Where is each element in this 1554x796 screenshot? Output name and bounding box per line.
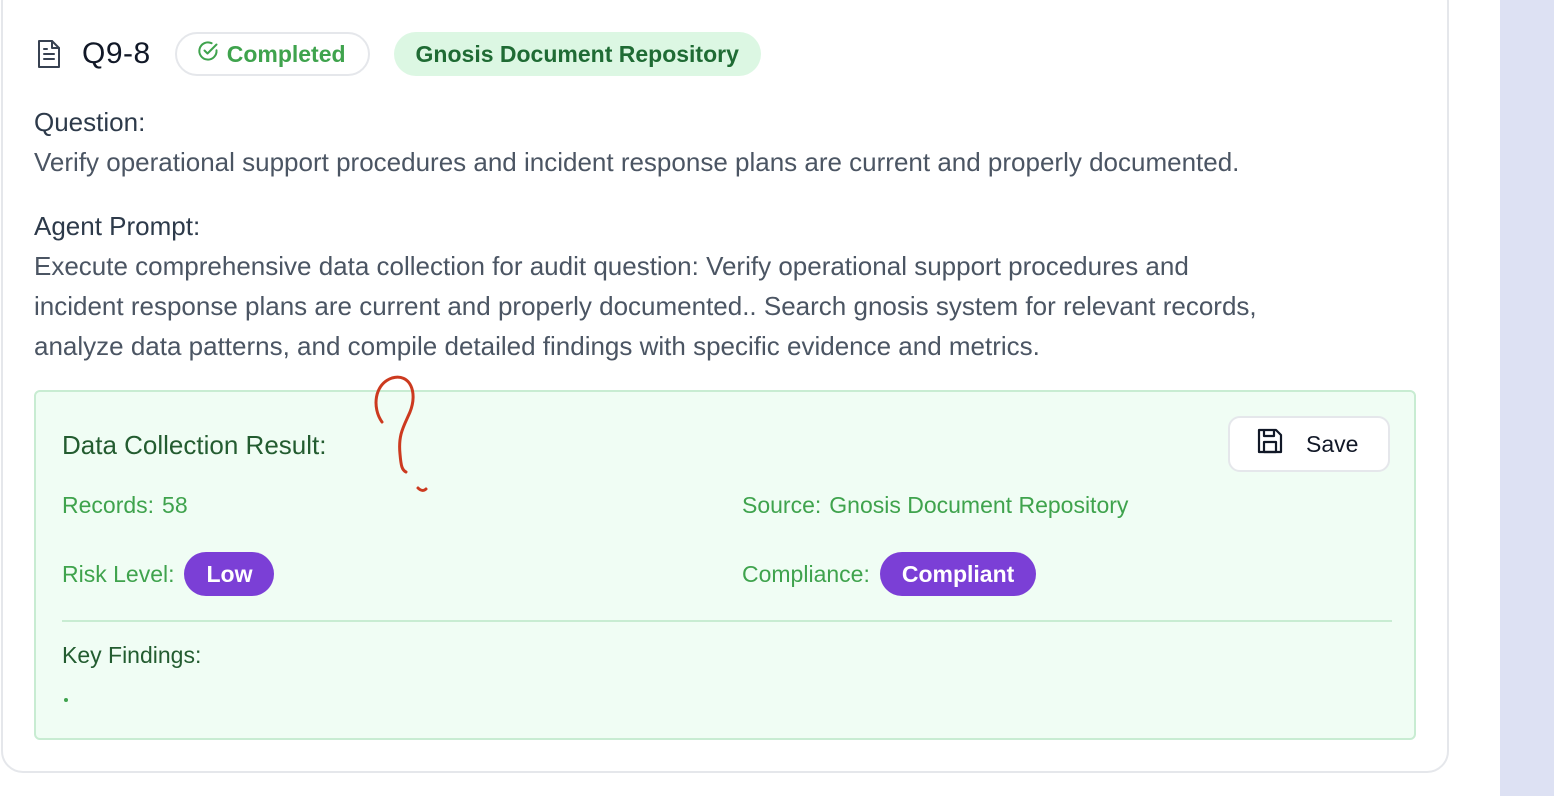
question-text: Verify operational support procedures an… xyxy=(34,147,1240,177)
key-findings-label: Key Findings: xyxy=(62,642,202,668)
source-field: Source: Gnosis Document Repository xyxy=(742,492,1128,519)
divider xyxy=(62,620,1392,622)
question-id: Q9-8 xyxy=(82,37,151,70)
compliance-badge: Compliant xyxy=(879,552,1037,596)
question-label: Question: xyxy=(34,107,146,137)
source-value: Gnosis Document Repository xyxy=(829,492,1129,518)
save-label: Save xyxy=(1306,430,1359,457)
floppy-disk-icon xyxy=(1256,427,1284,461)
save-button[interactable]: Save xyxy=(1228,416,1390,472)
status-label: Completed xyxy=(226,40,346,67)
check-circle-icon xyxy=(197,40,219,68)
status-badge: Completed xyxy=(174,32,370,76)
records-field: Records: 58 xyxy=(62,492,188,519)
question-mark-annotation xyxy=(374,375,428,492)
agent-prompt-line: incident response plans are current and … xyxy=(34,291,1257,321)
agent-prompt-line: analyze data patterns, and compile detai… xyxy=(34,331,1040,361)
source-tag: Gnosis Document Repository xyxy=(393,32,761,76)
agent-prompt-label: Agent Prompt: xyxy=(34,211,201,241)
compliance-field: Compliance: Compliant xyxy=(742,552,1037,596)
result-title: Data Collection Result: xyxy=(62,430,327,460)
risk-level-badge: Low xyxy=(184,552,275,596)
risk-level-label: Risk Level: xyxy=(62,560,175,587)
source-label: Source: xyxy=(742,492,822,518)
agent-prompt-text: Execute comprehensive data collection fo… xyxy=(34,246,1424,366)
side-panel-edge xyxy=(1500,0,1554,796)
records-label: Records: xyxy=(62,492,155,518)
compliance-label: Compliance: xyxy=(742,560,870,587)
records-value: 58 xyxy=(162,492,188,518)
card-header: Q9-8 Completed Gnosis Document Repositor… xyxy=(34,32,761,76)
risk-level-field: Risk Level: Low xyxy=(62,552,275,596)
key-findings-bullet xyxy=(64,698,68,702)
data-collection-result: Data Collection Result: Save Records: 58… xyxy=(34,390,1416,740)
document-icon xyxy=(34,39,64,69)
agent-prompt-line: Execute comprehensive data collection fo… xyxy=(34,251,1189,281)
